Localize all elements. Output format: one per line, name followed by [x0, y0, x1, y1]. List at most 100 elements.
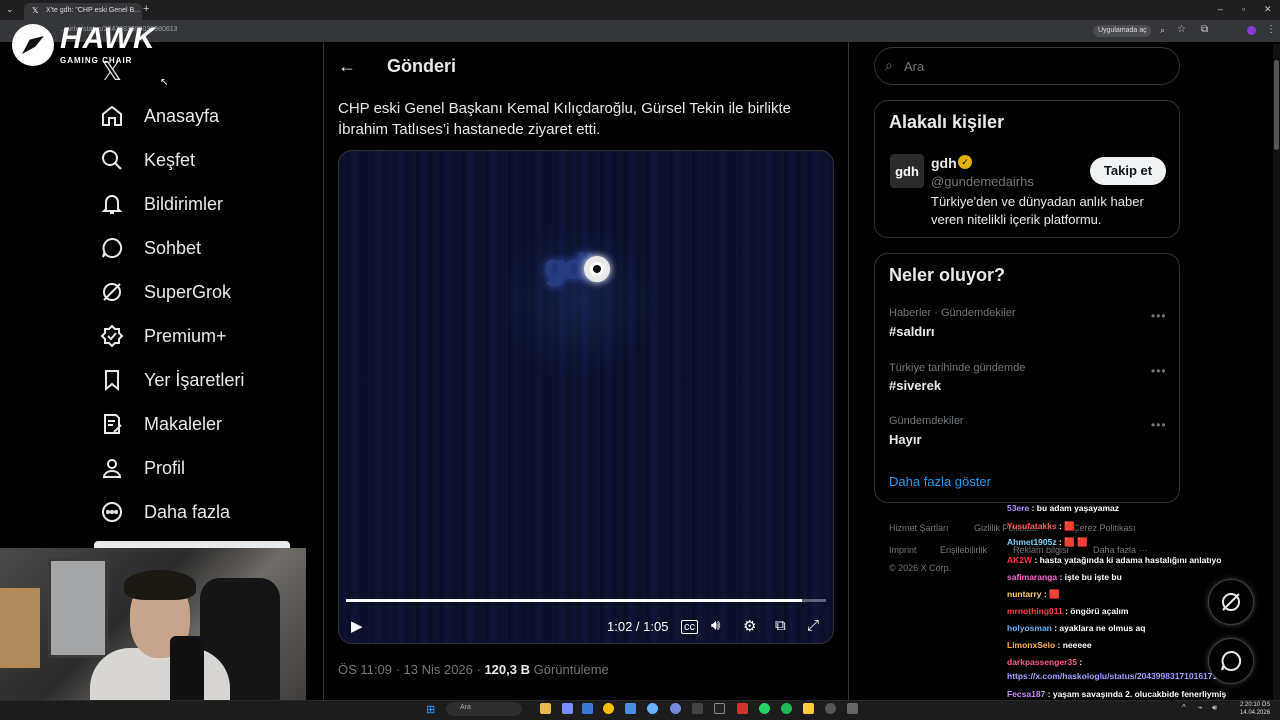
- maximize-icon[interactable]: ▫: [1242, 4, 1245, 14]
- open-in-app-button[interactable]: Uygulamada aç: [1093, 25, 1151, 37]
- webcam-person-hair: [124, 570, 196, 600]
- whatsapp-icon[interactable]: [759, 703, 770, 714]
- search-placeholder: Ara: [904, 59, 925, 74]
- account-name[interactable]: gdh: [931, 155, 957, 171]
- chat-username: AK2W: [1007, 555, 1033, 565]
- messages-button[interactable]: [1208, 638, 1254, 684]
- article-icon: [98, 410, 126, 438]
- app-icon[interactable]: [737, 703, 748, 714]
- nav-profile[interactable]: Profil: [98, 450, 185, 486]
- picture-in-picture-icon[interactable]: ⧉: [775, 617, 786, 634]
- settings-icon[interactable]: ⚙: [743, 617, 756, 635]
- more-circle-icon: [98, 498, 126, 526]
- avatar[interactable]: gdh: [890, 154, 924, 188]
- app-icon[interactable]: [647, 703, 658, 714]
- network-icon[interactable]: ⌁: [1198, 703, 1203, 712]
- chat-text: : 🟥: [1041, 589, 1060, 599]
- footer-link[interactable]: Daha fazla ···: [1093, 545, 1148, 555]
- tab-list-icon[interactable]: ⌄: [6, 4, 14, 15]
- verified-badge-icon: [98, 322, 126, 350]
- taskbar-search[interactable]: Ara: [446, 702, 522, 716]
- footer-link[interactable]: Imprint: [889, 545, 917, 555]
- post-text: CHP eski Genel Başkanı Kemal Kılıçdaroğl…: [338, 98, 818, 140]
- chat-message: nuntarry : 🟥: [1007, 589, 1060, 600]
- app-icon[interactable]: [847, 703, 858, 714]
- nav-supergrok[interactable]: SuperGrok: [98, 274, 231, 310]
- chat-username: darkpassenger35: [1007, 657, 1077, 667]
- minimize-icon[interactable]: –: [1218, 4, 1223, 14]
- nav-label: Sohbet: [144, 237, 202, 258]
- show-more-link[interactable]: Daha fazla göster: [889, 474, 991, 489]
- profile-avatar[interactable]: [1247, 26, 1256, 35]
- chat-text: : neeeee: [1055, 640, 1092, 650]
- volume-tray-icon[interactable]: 🔊︎: [1212, 703, 1217, 713]
- nav-bookmarks[interactable]: Yer İşaretleri: [98, 362, 244, 398]
- app-icon[interactable]: [692, 703, 703, 714]
- post-timestamp[interactable]: ÖS 11:09 · 13 Nis 2026 ·: [338, 662, 484, 677]
- more-options-icon[interactable]: •••: [1151, 309, 1167, 323]
- new-tab-button[interactable]: +: [143, 3, 149, 15]
- file-explorer-icon[interactable]: [540, 703, 551, 714]
- trend-name[interactable]: #saldırı: [889, 324, 935, 339]
- nav-notifications[interactable]: Bildirimler: [98, 186, 223, 222]
- volume-icon[interactable]: 🔊︎: [711, 617, 720, 634]
- spotify-icon[interactable]: [781, 703, 792, 714]
- address-bar[interactable]: [0, 20, 1280, 42]
- app-icon[interactable]: [625, 703, 636, 714]
- browser-tab[interactable]: 𝕏 X'te gdh: "CHP eski Genel B...: [24, 3, 142, 20]
- chat-username: 53ere: [1007, 503, 1030, 513]
- captions-icon[interactable]: cc: [681, 620, 698, 634]
- nav-chat[interactable]: Sohbet: [98, 230, 201, 266]
- fullscreen-icon[interactable]: ⤢: [807, 617, 819, 634]
- chrome-icon[interactable]: [603, 703, 614, 714]
- chat-username: Yusufatakks: [1007, 521, 1057, 531]
- zoom-icon[interactable]: ⌕: [1160, 25, 1165, 36]
- nav-more[interactable]: Daha fazla: [98, 494, 230, 530]
- back-arrow-icon[interactable]: ←: [338, 56, 356, 77]
- discord-icon[interactable]: [670, 703, 681, 714]
- follow-button[interactable]: Takip et: [1090, 157, 1166, 185]
- chat-message: holyosman : ayaklara ne olmus aq: [1007, 623, 1145, 633]
- nav-premium[interactable]: Premium+: [98, 318, 227, 354]
- tray-chevron-icon[interactable]: ^: [1182, 703, 1186, 712]
- app-icon[interactable]: [582, 703, 593, 714]
- nav-explore[interactable]: Keşfet: [98, 142, 195, 178]
- star-icon[interactable]: ☆: [1177, 24, 1186, 35]
- trend-name[interactable]: Hayır: [889, 432, 922, 447]
- nav-home[interactable]: Anasayfa: [98, 98, 219, 134]
- more-options-icon[interactable]: •••: [1151, 364, 1167, 378]
- footer-link[interactable]: Çerez Politikası: [1073, 523, 1136, 533]
- home-icon: [98, 102, 126, 130]
- account-handle[interactable]: @gundemedairhs: [931, 174, 1034, 189]
- taskbar: [0, 700, 1280, 720]
- grok-button[interactable]: [1208, 579, 1254, 625]
- account-bio: Türkiye'den ve dünyadan anlık haber vere…: [931, 193, 1171, 229]
- bio-line: veren nitelikli içerik platformu.: [931, 212, 1102, 227]
- close-window-icon[interactable]: ✕: [1264, 4, 1272, 15]
- trend-name[interactable]: #siverek: [889, 378, 941, 393]
- copyright: © 2026 X Corp.: [889, 563, 952, 573]
- app-icon[interactable]: [562, 703, 573, 714]
- taskbar-clock[interactable]: 2:20:10 ÖS 14.04.2026: [1240, 701, 1270, 717]
- webcam-window: [48, 558, 108, 658]
- nav-label: Anasayfa: [144, 105, 220, 126]
- chat-text: https://x.com/haskologlu/status/20439983…: [1007, 671, 1227, 681]
- scrollbar-thumb[interactable]: [1274, 60, 1279, 150]
- footer-link[interactable]: Hizmet Şartları: [889, 523, 949, 533]
- related-people-title: Alakalı kişiler: [889, 112, 1005, 132]
- windows-start-icon[interactable]: ⊞: [426, 703, 435, 716]
- verified-icon: ✓: [958, 155, 972, 169]
- video-progress-bar[interactable]: [346, 599, 826, 602]
- more-options-icon[interactable]: •••: [1151, 418, 1167, 432]
- view-count: 120,3 B: [484, 662, 530, 677]
- nav-articles[interactable]: Makaleler: [98, 406, 222, 442]
- app-icon[interactable]: [825, 703, 836, 714]
- footer-link[interactable]: Erişilebilirlik: [940, 545, 987, 555]
- webcam-feed: [0, 548, 306, 720]
- play-icon[interactable]: ▶: [351, 617, 363, 635]
- video-player[interactable]: gdh ▶ 1:02 / 1:05 cc 🔊︎ ⚙ ⧉ ⤢: [338, 150, 834, 644]
- app-icon[interactable]: [714, 703, 725, 714]
- app-icon[interactable]: [803, 703, 814, 714]
- extensions-icon[interactable]: ⧉: [1201, 24, 1208, 35]
- menu-icon[interactable]: ⋮: [1266, 24, 1276, 35]
